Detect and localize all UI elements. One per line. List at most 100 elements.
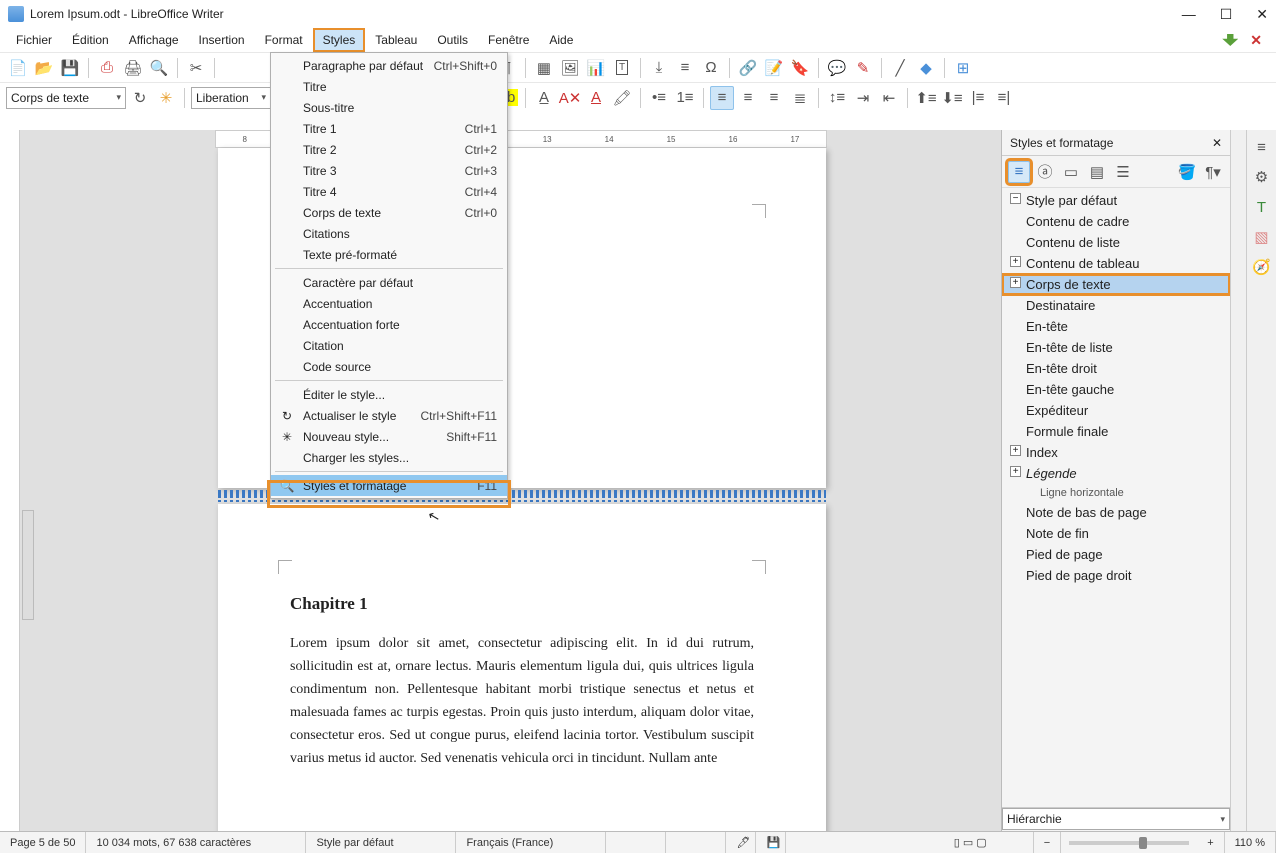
menu-item-accentuation[interactable]: Accentuation [271, 293, 507, 314]
chart-icon[interactable]: 📊 [584, 56, 608, 80]
paragraph-styles-icon[interactable]: ≡ [1008, 161, 1030, 183]
cut-icon[interactable]: ✂ [184, 56, 208, 80]
special-char-icon[interactable]: Ω [699, 56, 723, 80]
menu-tableau[interactable]: Tableau [365, 28, 427, 52]
page-styles-icon[interactable]: ▤ [1086, 161, 1108, 183]
sidebar-scrollbar[interactable] [1230, 130, 1246, 831]
save-icon[interactable]: 💾 [58, 56, 82, 80]
close-doc-icon[interactable]: ✕ [1250, 32, 1262, 49]
menu-item-titre-1[interactable]: Titre 1Ctrl+1 [271, 118, 507, 139]
dock-properties-icon[interactable]: ⚙ [1251, 166, 1273, 188]
new-style-from-sel-icon[interactable]: ¶▾ [1202, 161, 1224, 183]
para-below-icon[interactable]: ⬇≡ [940, 86, 964, 110]
tree-expand-icon[interactable]: + [1010, 277, 1021, 288]
menu-item-paragraphe-par-d-faut[interactable]: Paragraphe par défautCtrl+Shift+0 [271, 55, 507, 76]
menu-item-citations[interactable]: Citations [271, 223, 507, 244]
tree-expand-icon[interactable]: + [1010, 466, 1021, 477]
clear-format-icon[interactable]: A✕ [558, 86, 582, 110]
grid-icon[interactable]: ⊞ [951, 56, 975, 80]
preview-icon[interactable]: 🔍 [147, 56, 171, 80]
bullets-icon[interactable]: •≡ [647, 86, 671, 110]
basic-shapes-icon[interactable]: ◆ [914, 56, 938, 80]
character-styles-icon[interactable]: ⓐ [1034, 161, 1056, 183]
dock-gallery-icon[interactable]: ▧ [1251, 226, 1273, 248]
v-scroll-fragment[interactable] [22, 510, 34, 620]
menu-item-styles-et-formatage[interactable]: 🔍Styles et formatageF11 [271, 475, 507, 496]
increase-indent-icon[interactable]: ⇥ [851, 86, 875, 110]
footnote-icon[interactable]: 📝 [762, 56, 786, 80]
status-lang[interactable]: Français (France) [456, 832, 606, 853]
style-item-formule-finale[interactable]: Formule finale [1002, 421, 1230, 442]
page-current[interactable]: Chapitre 1 Lorem ipsum dolor sit amet, c… [218, 504, 826, 831]
menu-item-charger-les-styles-[interactable]: Charger les styles... [271, 447, 507, 468]
style-tree[interactable]: −Style par défautContenu de cadreContenu… [1002, 188, 1230, 807]
menu-item-accentuation-forte[interactable]: Accentuation forte [271, 314, 507, 335]
line-icon[interactable]: ╱ [888, 56, 912, 80]
menu-item-titre[interactable]: Titre [271, 76, 507, 97]
style-item-style-par-d-faut[interactable]: −Style par défaut [1002, 190, 1230, 211]
para-above-icon[interactable]: ⬆≡ [914, 86, 938, 110]
menu-affichage[interactable]: Affichage [119, 28, 189, 52]
menu-item-caract-re-par-d-faut[interactable]: Caractère par défaut [271, 272, 507, 293]
hyperlink-icon[interactable]: 🔗 [736, 56, 760, 80]
indent-left-icon[interactable]: |≡ [966, 86, 990, 110]
sidebar-close-icon[interactable]: ✕ [1212, 136, 1222, 150]
status-save-icon[interactable]: 💾 [756, 832, 786, 853]
align-justify-icon[interactable]: ≣ [788, 86, 812, 110]
status-page[interactable]: Page 5 de 50 [0, 832, 86, 853]
download-icon[interactable] [1222, 34, 1238, 46]
update-style-icon[interactable]: ↻ [128, 86, 152, 110]
menu-item-titre-2[interactable]: Titre 2Ctrl+2 [271, 139, 507, 160]
menu-item-sous-titre[interactable]: Sous-titre [271, 97, 507, 118]
heading[interactable]: Chapitre 1 [290, 594, 754, 614]
style-item-note-de-fin[interactable]: Note de fin [1002, 523, 1230, 544]
document-area[interactable]: 891011121314151617 Chapitre 1 Lorem ipsu… [20, 130, 1001, 831]
tree-expand-icon[interactable]: + [1010, 256, 1021, 267]
menu-item-corps-de-texte[interactable]: Corps de texteCtrl+0 [271, 202, 507, 223]
status-zoom-out[interactable]: − [1034, 832, 1061, 853]
menu-item-titre-3[interactable]: Titre 3Ctrl+3 [271, 160, 507, 181]
dock-navigator-icon[interactable]: 🧭 [1251, 256, 1273, 278]
menu-item-actualiser-le-style[interactable]: ↻Actualiser le styleCtrl+Shift+F11 [271, 405, 507, 426]
status-zoom[interactable]: 110 % [1225, 832, 1276, 853]
status-view-icons[interactable]: ▯ ▭ ▢ [944, 832, 1034, 853]
align-left-icon[interactable]: ≡ [710, 86, 734, 110]
decrease-indent-icon[interactable]: ⇤ [877, 86, 901, 110]
line-spacing-icon[interactable]: ↕≡ [825, 86, 849, 110]
fill-format-icon[interactable]: 🪣 [1176, 161, 1198, 183]
tree-expand-icon[interactable]: + [1010, 445, 1021, 456]
track-changes-icon[interactable]: ✎ [851, 56, 875, 80]
paragraph-style-combo[interactable]: Corps de texte [6, 87, 126, 109]
status-sel-mode[interactable] [666, 832, 726, 853]
indent-right-icon[interactable]: ≡| [992, 86, 1016, 110]
table-icon[interactable]: ▦ [532, 56, 556, 80]
style-item-index[interactable]: +Index [1002, 442, 1230, 463]
menu-item--diter-le-style-[interactable]: Éditer le style... [271, 384, 507, 405]
font-name-combo[interactable]: Liberation [191, 87, 271, 109]
style-item-contenu-de-tableau[interactable]: +Contenu de tableau [1002, 253, 1230, 274]
open-icon[interactable]: 📂 [32, 56, 56, 80]
page-break-icon[interactable]: ⤓ [647, 56, 671, 80]
menu-item-texte-pr-format-[interactable]: Texte pré-formaté [271, 244, 507, 265]
style-item-ligne-horizontale[interactable]: Ligne horizontale [1002, 484, 1230, 502]
zoom-slider[interactable] [1069, 841, 1189, 845]
style-item-pied-de-page-droit[interactable]: Pied de page droit [1002, 565, 1230, 586]
menu-fenetre[interactable]: Fenêtre [478, 28, 539, 52]
body-text[interactable]: Lorem ipsum dolor sit amet, consectetur … [290, 632, 754, 771]
style-item-exp-diteur[interactable]: Expéditeur [1002, 400, 1230, 421]
menu-insertion[interactable]: Insertion [189, 28, 255, 52]
new-style-icon[interactable]: ✳ [154, 86, 178, 110]
font-color-icon[interactable]: A [584, 86, 608, 110]
style-item-destinataire[interactable]: Destinataire [1002, 295, 1230, 316]
style-item-note-de-bas-de-page[interactable]: Note de bas de page [1002, 502, 1230, 523]
style-item-en-t-te[interactable]: En-tête [1002, 316, 1230, 337]
maximize-button[interactable]: ☐ [1220, 6, 1233, 23]
menu-aide[interactable]: Aide [539, 28, 583, 52]
status-zoom-in[interactable]: + [1197, 832, 1224, 853]
new-doc-icon[interactable]: 📄 [6, 56, 30, 80]
align-right-icon[interactable]: ≡ [762, 86, 786, 110]
style-item-contenu-de-liste[interactable]: Contenu de liste [1002, 232, 1230, 253]
char-style-icon[interactable]: A̲ [532, 86, 556, 110]
close-button[interactable]: ✕ [1256, 6, 1268, 23]
print-icon[interactable]: 🖨 [121, 56, 145, 80]
